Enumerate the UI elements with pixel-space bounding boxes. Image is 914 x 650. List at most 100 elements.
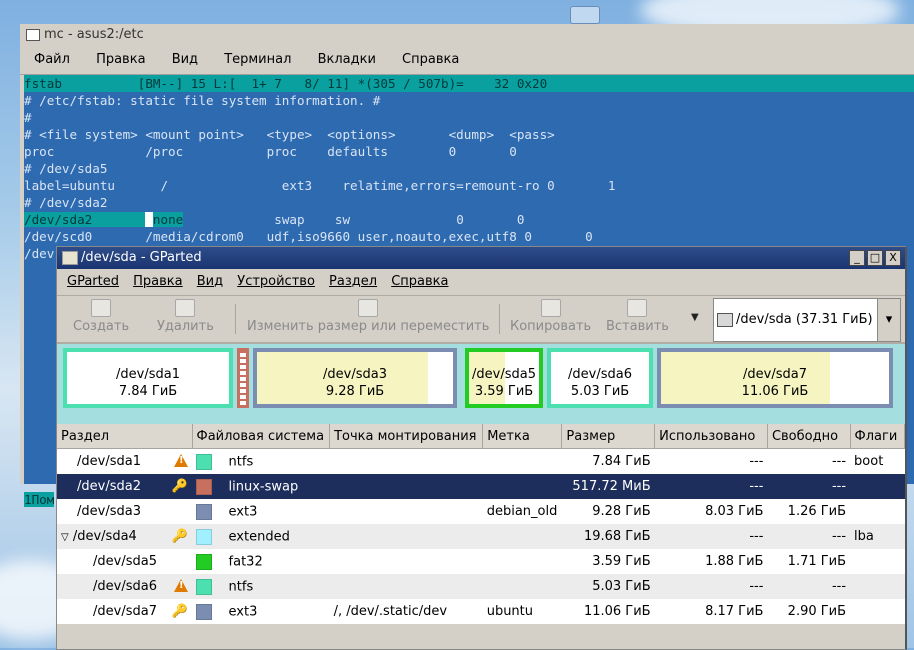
map-partition-sda6[interactable]: /dev/sda6 5.03 ГиБ [547,348,653,408]
create-button[interactable]: Создать [73,299,129,334]
terminal-menu-tabs[interactable]: Вкладки [310,52,384,67]
map-partition-sda5[interactable]: /dev/sda5 3.59 ГиБ [465,348,543,408]
menu-edit[interactable]: Правка [133,274,182,289]
partition-label [482,474,562,499]
mountpoint [329,549,483,574]
partition-used: 1.88 ГиБ [654,549,768,574]
key-icon: 🔑 [171,604,188,619]
map-partition-sda7[interactable]: /dev/sda7 11.06 ГиБ [657,348,893,408]
table-row[interactable]: /dev/sda6 ntfs 5.03 ГиБ --- --- [57,574,905,599]
delete-label: Удалить [157,319,214,334]
warning-icon [174,454,188,467]
menu-view[interactable]: Вид [197,274,223,289]
table-row[interactable]: /dev/sda3 ext3 debian_old 9.28 ГиБ 8.03 … [57,499,905,524]
editor-line: # <file system> <mount point> <type> <op… [24,127,555,142]
gparted-titlebar[interactable]: /dev/sda - GParted _ □ X [57,247,905,269]
filesystem-name: extended [228,529,290,544]
gparted-app-icon [62,251,78,265]
terminal-menu-help[interactable]: Справка [394,52,467,67]
map-partition-sda1[interactable]: /dev/sda1 7.84 ГиБ [63,348,233,408]
toolbar-separator [499,304,500,334]
partition-name: /dev/sda6 [93,579,157,594]
close-button[interactable]: X [885,250,901,266]
selected-text: none [152,212,184,227]
menu-gparted[interactable]: GParted [67,274,119,289]
gparted-menubar: GParted Правка Вид Устройство Раздел Спр… [57,269,905,296]
terminal-menu-terminal[interactable]: Терминал [216,52,299,67]
map-partition-size: 7.84 ГиБ [118,384,178,399]
partition-size: 7.84 ГиБ [561,448,655,474]
map-partition-size: 9.28 ГиБ [325,384,385,399]
terminal-icon [26,29,40,41]
copy-button[interactable]: Копировать [510,299,591,334]
partition-name: /dev/sda2 [77,479,141,494]
filesystem-name: linux-swap [228,479,299,494]
column-header-flags[interactable]: Флаги [850,424,906,449]
map-partition-size: 5.03 ГиБ [570,384,630,399]
paste-button[interactable]: Вставить [606,299,669,334]
resize-move-button[interactable]: Изменить размер или переместить [247,299,489,334]
partition-flags [850,474,905,499]
terminal-menu-edit[interactable]: Правка [88,52,153,67]
partition-size: 11.06 ГиБ [561,599,655,624]
partition-name: /dev/sda4 [72,529,137,544]
table-row[interactable]: /dev/sda1 ntfs 7.84 ГиБ --- --- boot [57,448,905,474]
expander-triangle-icon[interactable]: ▽ [61,532,69,543]
chevron-down-icon[interactable]: ▾ [877,299,900,341]
copy-icon [540,299,561,317]
partition-free: 2.90 ГиБ [767,599,851,624]
column-header-label[interactable]: Метка [482,424,563,449]
filesystem-name: ntfs [228,454,254,469]
resize-icon [358,299,379,317]
filesystem-color-swatch [196,553,212,570]
editor-line: /dev/scd0 /media/cdrom0 udf,iso9660 user… [24,229,593,244]
map-partition-sda3[interactable]: /dev/sda3 9.28 ГиБ [253,348,457,408]
terminal-menu-file[interactable]: Файл [26,52,78,67]
filesystem-color-swatch [196,578,212,595]
column-header-mountpoint[interactable]: Точка монтирования [329,424,484,449]
new-partition-icon [91,299,112,317]
menu-help[interactable]: Справка [391,274,448,289]
terminal-titlebar[interactable]: mc - asus2:/etc [20,24,914,46]
partition-used: 8.03 ГиБ [654,499,768,524]
mountpoint [329,524,483,549]
partition-free: 1.71 ГиБ [767,549,851,574]
table-row[interactable]: /dev/sda5 fat32 3.59 ГиБ 1.88 ГиБ 1.71 Г… [57,549,905,574]
menu-device[interactable]: Устройство [237,274,315,289]
partition-table: Раздел Файловая система Точка монтирован… [57,424,906,624]
gparted-window[interactable]: /dev/sda - GParted _ □ X GParted Правка … [56,246,907,650]
column-header-used[interactable]: Использовано [654,424,768,449]
partition-free: --- [767,524,851,549]
desktop-icon[interactable] [570,6,600,24]
delete-button[interactable]: Удалить [157,299,214,334]
terminal-title: mc - asus2:/etc [44,27,144,42]
partition-free: 1.26 ГиБ [767,499,851,524]
column-header-filesystem[interactable]: Файловая система [192,424,331,449]
device-selector[interactable]: /dev/sda (37.31 ГиБ) ▾ [713,298,901,342]
column-header-free[interactable]: Свободно [767,424,851,449]
menu-partition[interactable]: Раздел [329,274,377,289]
table-row-selected[interactable]: /dev/sda2 🔑 linux-swap 517.72 МиБ --- --- [57,474,905,499]
filesystem-name: fat32 [228,554,263,569]
gparted-toolbar: Создать Удалить Изменить размер или пере… [57,296,905,343]
minimize-button[interactable]: _ [849,250,865,266]
editor-line: proc /proc proc defaults 0 0 [24,144,517,159]
map-partition-sda2-swap[interactable] [237,348,249,408]
column-header-size[interactable]: Размер [561,424,656,449]
partition-size: 3.59 ГиБ [561,549,655,574]
mountpoint [329,499,483,524]
editor-line: # /dev/sda2 [24,195,108,210]
gparted-title: /dev/sda - GParted [81,250,202,265]
partition-flags [850,549,905,574]
warning-icon [174,579,188,592]
table-row[interactable]: ▽ /dev/sda4 🔑 extended 19.68 ГиБ --- --- … [57,524,905,549]
partition-label: debian_old [482,499,562,524]
maximize-button[interactable]: □ [867,250,883,266]
partition-size: 5.03 ГиБ [561,574,655,599]
column-header-partition[interactable]: Раздел [57,424,193,449]
f1-help-key[interactable]: 1Пом [24,492,55,507]
terminal-menu-view[interactable]: Вид [164,52,206,67]
table-row[interactable]: /dev/sda7 🔑 ext3 /, /dev/.static/dev ubun… [57,599,905,624]
partition-size: 19.68 ГиБ [561,524,655,549]
toolbar-overflow-arrow-icon[interactable]: ▼ [691,312,699,323]
